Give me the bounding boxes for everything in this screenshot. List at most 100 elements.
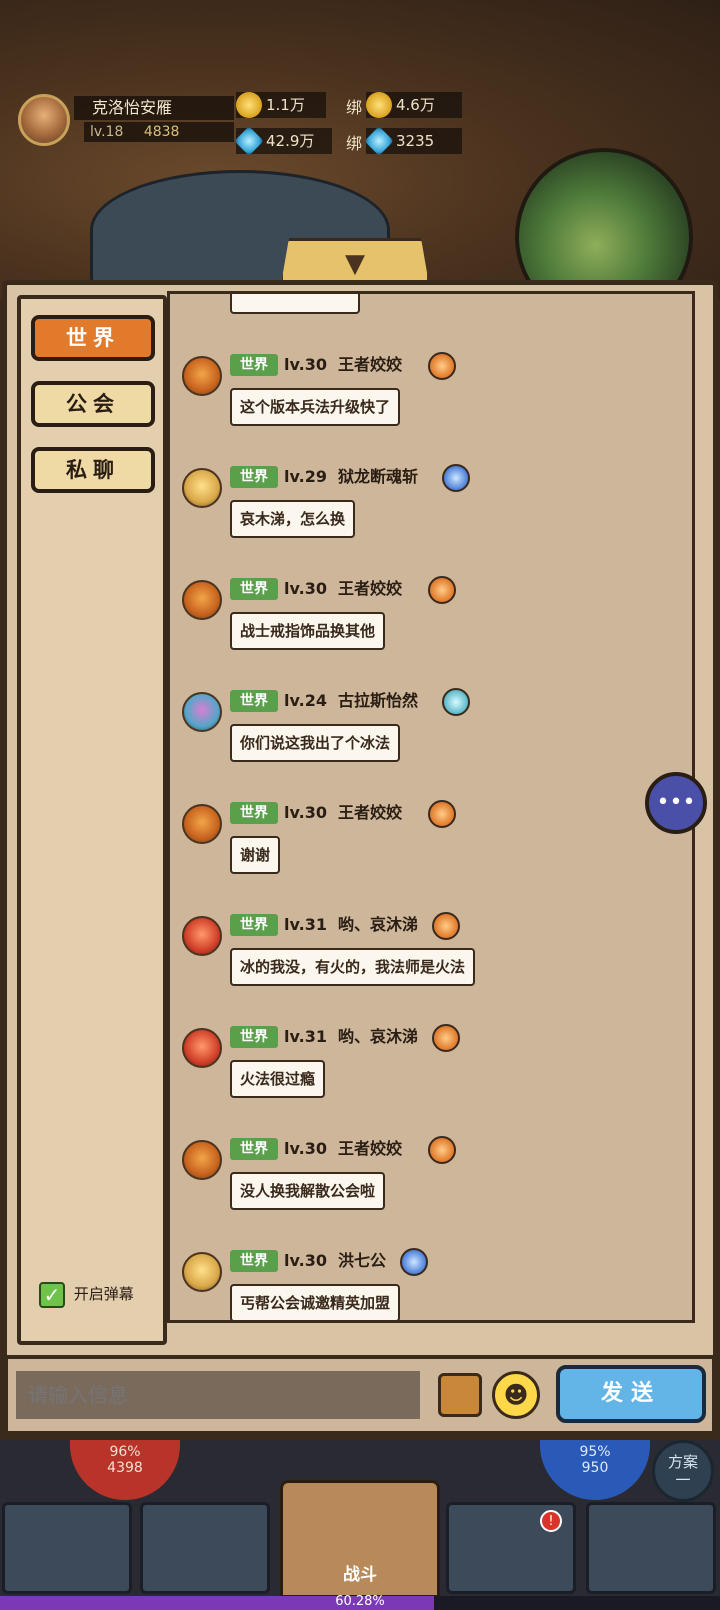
chat-message: 世界 lv.31 哟、哀沐涕 冰的我没，有火的，我法师是火法 — [182, 912, 682, 1014]
sender-name[interactable]: 哟、哀沐涕 — [338, 914, 418, 936]
diamond-icon — [234, 126, 264, 156]
sender-level: lv.30 — [284, 803, 327, 822]
class-badge-icon — [428, 576, 456, 604]
sender-avatar[interactable] — [182, 580, 222, 620]
tab-guild[interactable]: 公会 — [31, 381, 155, 427]
player-info[interactable]: 克洛怡安雁 lv.18 4838 — [18, 94, 234, 146]
message-text: 哀木涕，怎么换 — [230, 500, 356, 538]
channel-tag: 世界 — [230, 914, 278, 936]
sender-level: lv.31 — [284, 1027, 327, 1046]
chat-message: 世界 lv.30 王者姣姣 战士戒指饰品换其他 — [182, 576, 682, 678]
sender-name[interactable]: 狱龙断魂斩 — [338, 466, 418, 488]
sender-level: lv.30 — [284, 1139, 327, 1158]
class-badge-icon — [428, 352, 456, 380]
chat-message: 世界 lv.31 哟、哀沐涕 火法很过瘾 — [182, 1024, 682, 1126]
checkbox-checked-icon[interactable]: ✓ — [39, 1281, 65, 1308]
chat-message: 世界 lv.30 洪七公 丐帮公会诚邀精英加盟 — [182, 1248, 682, 1320]
treasure-chest-icon[interactable] — [438, 1373, 482, 1417]
sender-avatar[interactable] — [182, 1028, 222, 1068]
diamond-icon — [364, 126, 394, 156]
class-badge-icon — [428, 800, 456, 828]
chat-input[interactable] — [16, 1371, 420, 1419]
tab-world[interactable]: 世界 — [31, 315, 155, 361]
nav-fight-button[interactable]: 战斗 — [280, 1480, 440, 1598]
sender-name[interactable]: 王者姣姣 — [338, 1138, 402, 1160]
chat-message: 世界 lv.24 古拉斯怡然 你们说这我出了个冰法 — [182, 688, 682, 790]
class-badge-icon — [442, 464, 470, 492]
sender-name[interactable]: 王者姣姣 — [338, 354, 402, 376]
bound-gem-label: 绑 — [346, 134, 363, 153]
gold-counter: 1.1万 — [236, 92, 326, 118]
gold-coin-icon — [236, 92, 262, 118]
sender-level: lv.30 — [284, 579, 327, 598]
hp-orb: 96% 4398 — [70, 1440, 180, 1500]
message-text: 没人换我解散公会啦 — [230, 1172, 386, 1210]
channel-tag: 世界 — [230, 1026, 278, 1048]
message-text: 你们说这我出了个冰法 — [230, 724, 401, 762]
danmu-toggle[interactable]: ✓ 开启弹幕 — [39, 1279, 134, 1309]
chevron-down-icon: ▼ — [345, 249, 365, 279]
message-text: 丐帮公会诚邀精英加盟 — [230, 1284, 401, 1320]
emoji-face-icon[interactable]: ☻ — [492, 1371, 540, 1419]
player-name: 克洛怡安雁 — [74, 96, 234, 120]
plan-button[interactable]: 方案 一 — [652, 1440, 714, 1502]
message-text: 谢谢 — [230, 836, 281, 874]
sender-avatar[interactable] — [182, 468, 222, 508]
hp-percent: 96% — [109, 1444, 141, 1460]
message-text: 这个版本兵法升级快了 — [230, 388, 401, 426]
message-bubble-partial — [230, 294, 360, 314]
bound-gold-counter: 4.6万 — [366, 92, 462, 118]
sender-name[interactable]: 古拉斯怡然 — [338, 690, 418, 712]
mp-percent: 95% — [579, 1444, 611, 1460]
channel-tag: 世界 — [230, 1138, 278, 1160]
sender-level: lv.29 — [284, 467, 327, 486]
danmu-label: 开启弹幕 — [73, 1285, 134, 1303]
sender-avatar[interactable] — [182, 804, 222, 844]
class-badge-icon — [442, 688, 470, 716]
class-badge-icon — [432, 912, 460, 940]
class-badge-icon — [400, 1248, 428, 1276]
send-button[interactable]: 发送 — [556, 1365, 706, 1423]
player-avatar[interactable] — [18, 94, 70, 146]
plan-number: 一 — [675, 1471, 691, 1489]
nav-character-button[interactable] — [2, 1502, 132, 1594]
channel-sidebar: 世界 公会 私聊 ✓ 开启弹幕 — [17, 295, 167, 1345]
chat-message: 世界 lv.30 王者姣姣 没人换我解散公会啦 — [182, 1136, 682, 1238]
sender-avatar[interactable] — [182, 692, 222, 732]
message-text: 火法很过瘾 — [230, 1060, 326, 1098]
sender-level: lv.30 — [284, 1251, 327, 1270]
sender-name[interactable]: 王者姣姣 — [338, 802, 402, 824]
nav-hero-button[interactable] — [140, 1502, 270, 1594]
chat-input-bar: ☻ 发送 — [4, 1355, 716, 1435]
channel-tag: 世界 — [230, 466, 278, 488]
nav-castle-button[interactable] — [586, 1502, 716, 1594]
gold-coin-icon — [366, 92, 392, 118]
channel-tag: 世界 — [230, 802, 278, 824]
sender-name[interactable]: 洪七公 — [338, 1250, 386, 1272]
message-text: 冰的我没，有火的，我法师是火法 — [230, 948, 476, 986]
sender-avatar[interactable] — [182, 916, 222, 956]
class-badge-icon — [432, 1024, 460, 1052]
chat-message-list[interactable]: 世界 lv.30 王者姣姣 这个版本兵法升级快了 世界 lv.29 狱龙断魂斩 … — [167, 291, 695, 1323]
chat-panel: 世界 公会 私聊 ✓ 开启弹幕 世界 lv.30 王者姣姣 这个版本兵法升级快了… — [2, 280, 718, 1440]
sender-level: lv.31 — [284, 915, 327, 934]
channel-tag: 世界 — [230, 578, 278, 600]
fight-label: 战斗 — [343, 1565, 377, 1585]
gem-counter: 42.9万 — [234, 126, 332, 156]
game-bottom-hud: 96% 4398 95% 950 方案 一 战斗 ! — [0, 1440, 720, 1610]
sender-avatar[interactable] — [182, 1140, 222, 1180]
mp-orb: 95% 950 — [540, 1440, 650, 1500]
sender-name[interactable]: 王者姣姣 — [338, 578, 402, 600]
channel-tag: 世界 — [230, 1250, 278, 1272]
tab-private[interactable]: 私聊 — [31, 447, 155, 493]
player-meta: lv.18 4838 — [84, 122, 234, 142]
sender-avatar[interactable] — [182, 1252, 222, 1292]
player-level: lv.18 — [90, 124, 124, 140]
channel-tag: 世界 — [230, 690, 278, 712]
bound-gold-label: 绑 — [346, 98, 363, 117]
chat-bubble-icon[interactable]: ••• — [645, 772, 707, 834]
notification-badge: ! — [540, 1510, 562, 1532]
sender-avatar[interactable] — [182, 356, 222, 396]
sender-level: lv.24 — [284, 691, 327, 710]
sender-name[interactable]: 哟、哀沐涕 — [338, 1026, 418, 1048]
